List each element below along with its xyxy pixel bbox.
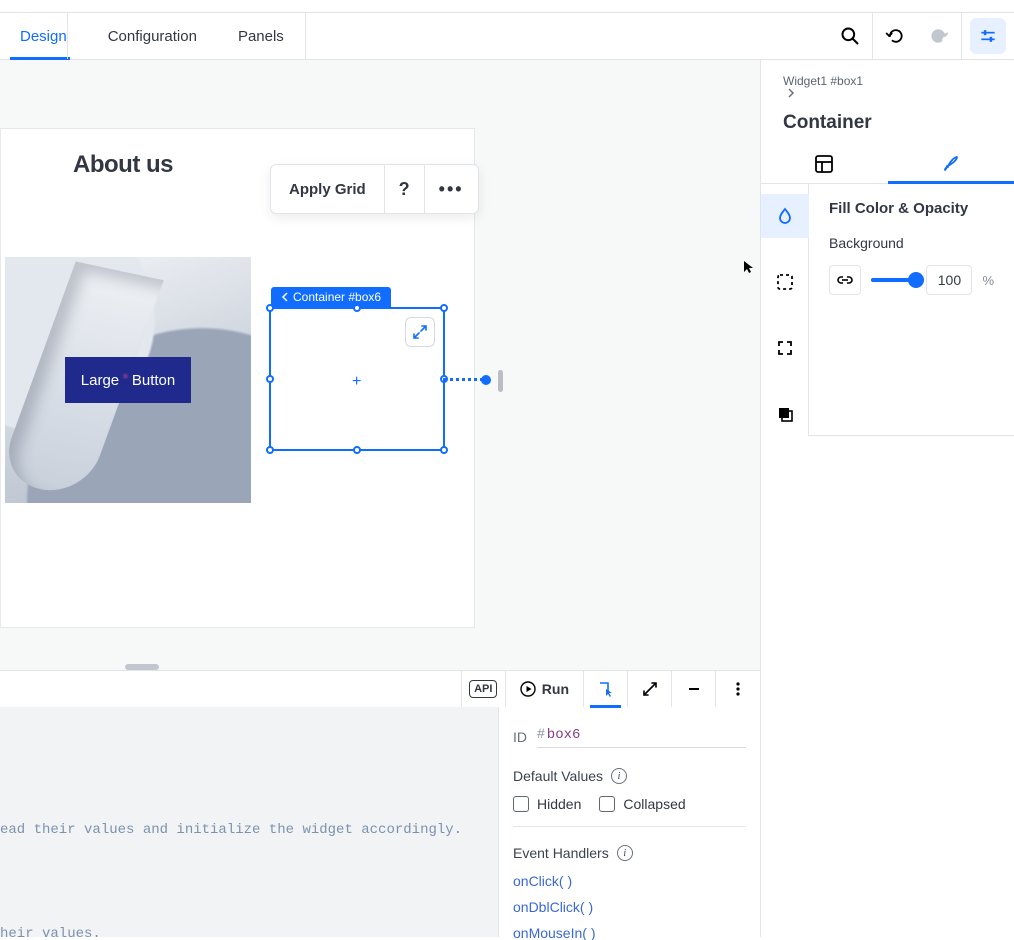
event-onclick[interactable]: onClick( ) [513,873,746,889]
resize-handle-bl[interactable] [266,446,274,454]
link-icon [837,275,853,285]
select-mode-button[interactable] [584,671,628,707]
id-label: ID [513,729,527,745]
design-tab[interactable] [888,144,1014,183]
selection-toolbar: Apply Grid ? ••• [270,164,479,214]
info-icon[interactable]: i [617,845,633,861]
bottom-panel: API Run ead their values and initialize … [0,670,760,937]
chevron-right-icon [787,88,795,98]
brush-icon [941,154,961,174]
zoom-button[interactable] [828,12,872,60]
top-tabs: Design Configuration Panels [0,13,305,59]
resize-handle-ml[interactable] [266,375,274,383]
inspect-icon [597,680,615,698]
shadow-icon [776,405,794,423]
image-block[interactable]: Large ✶ Button [5,257,251,503]
magnifier-icon [840,26,860,46]
event-handlers-heading: Event Handlers i [513,845,746,861]
panel-section-title: Fill Color & Opacity [829,200,994,217]
selection-label-text: Container #box6 [293,290,381,304]
undo-icon [885,26,905,46]
chevron-left-icon [281,292,289,302]
add-element-button[interactable]: + [352,373,361,391]
corners-icon [776,339,794,357]
sliders-icon [978,26,998,46]
hidden-checkbox[interactable]: Hidden [513,796,581,812]
info-icon[interactable]: i [611,768,627,784]
mouse-cursor-icon [743,260,757,274]
breadcrumb[interactable]: Widget1 #box1 [761,60,1014,98]
slider-thumb[interactable] [908,272,924,288]
expand-icon [642,681,658,697]
layout-tab[interactable] [761,144,888,183]
redo-button[interactable] [917,12,961,60]
tab-panels[interactable]: Panels [218,13,305,59]
opacity-slider[interactable] [871,278,916,282]
style-category-strip [761,184,809,436]
tab-design[interactable]: Design [0,13,88,59]
shadow-category[interactable] [761,392,809,436]
element-properties: ID #box6 Default Values i Hidden Collaps… [498,707,760,937]
panel-menu-button[interactable] [716,671,760,707]
border-category[interactable] [761,260,809,304]
large-button[interactable]: Large ✶ Button [65,357,191,403]
inspector-panel: Widget1 #box1 Container Fill Color [760,60,1014,937]
redo-icon [929,26,949,46]
large-button-label-right: Button [132,372,175,389]
canvas[interactable]: About us Large ✶ Button Container #box6 … [0,60,760,670]
resize-handle-tr[interactable] [440,304,448,312]
resize-handle-bc[interactable] [353,446,361,454]
id-input[interactable]: #box6 [537,725,746,748]
layout-icon [814,154,834,174]
collapsed-checkbox[interactable]: Collapsed [599,796,685,812]
corners-category[interactable] [761,326,809,370]
droplet-icon [776,207,794,225]
inspector-title: Container [761,98,1014,144]
resize-handle-tc[interactable] [353,304,361,312]
selection-label[interactable]: Container #box6 [271,287,391,307]
bottom-toolbar: API Run [461,671,760,707]
resize-handle-br[interactable] [440,446,448,454]
fill-category[interactable] [761,194,809,238]
default-values-heading: Default Values i [513,768,746,784]
code-editor[interactable]: ead their values and initialize the widg… [0,707,498,937]
run-button[interactable]: Run [506,671,584,707]
selected-container[interactable]: Container #box6 + [269,307,445,451]
event-ondblclick[interactable]: onDblClick( ) [513,899,746,915]
help-button[interactable]: ? [385,165,424,213]
opacity-input[interactable]: 100 [926,265,972,295]
minimize-panel-button[interactable] [672,671,716,707]
toggle-panel-button[interactable] [970,18,1006,54]
large-button-label-left: Large [81,372,119,389]
minimize-icon [686,681,702,697]
more-actions-button[interactable]: ••• [425,165,478,213]
event-onmousein[interactable]: onMouseIn( ) [513,925,746,940]
expand-panel-button[interactable] [628,671,672,707]
top-bar: Design Configuration Panels [0,12,1014,60]
tab-configuration[interactable]: Configuration [88,13,218,59]
code-line: ead their values and initialize the widg… [0,817,498,843]
undo-button[interactable] [873,12,917,60]
page-heading: About us [73,151,173,179]
id-value: box6 [547,727,581,743]
opacity-unit: % [982,273,994,288]
link-values-toggle[interactable] [829,265,861,295]
expand-icon [412,324,428,340]
required-star-icon: ✶ [122,372,129,381]
resize-handle-tl[interactable] [266,304,274,312]
apply-grid-button[interactable]: Apply Grid [271,165,384,213]
background-label: Background [829,235,994,251]
spacing-guide [443,378,483,381]
snap-target [498,370,503,392]
expand-handle[interactable] [405,317,435,347]
fill-panel: Fill Color & Opacity Background 100 % [809,184,1014,436]
api-button[interactable]: API [462,671,506,707]
play-icon [520,681,536,697]
id-prefix: # [537,725,545,741]
dashed-box-icon [776,273,794,291]
kebab-icon [730,681,746,697]
code-line: heir values. [0,921,498,937]
